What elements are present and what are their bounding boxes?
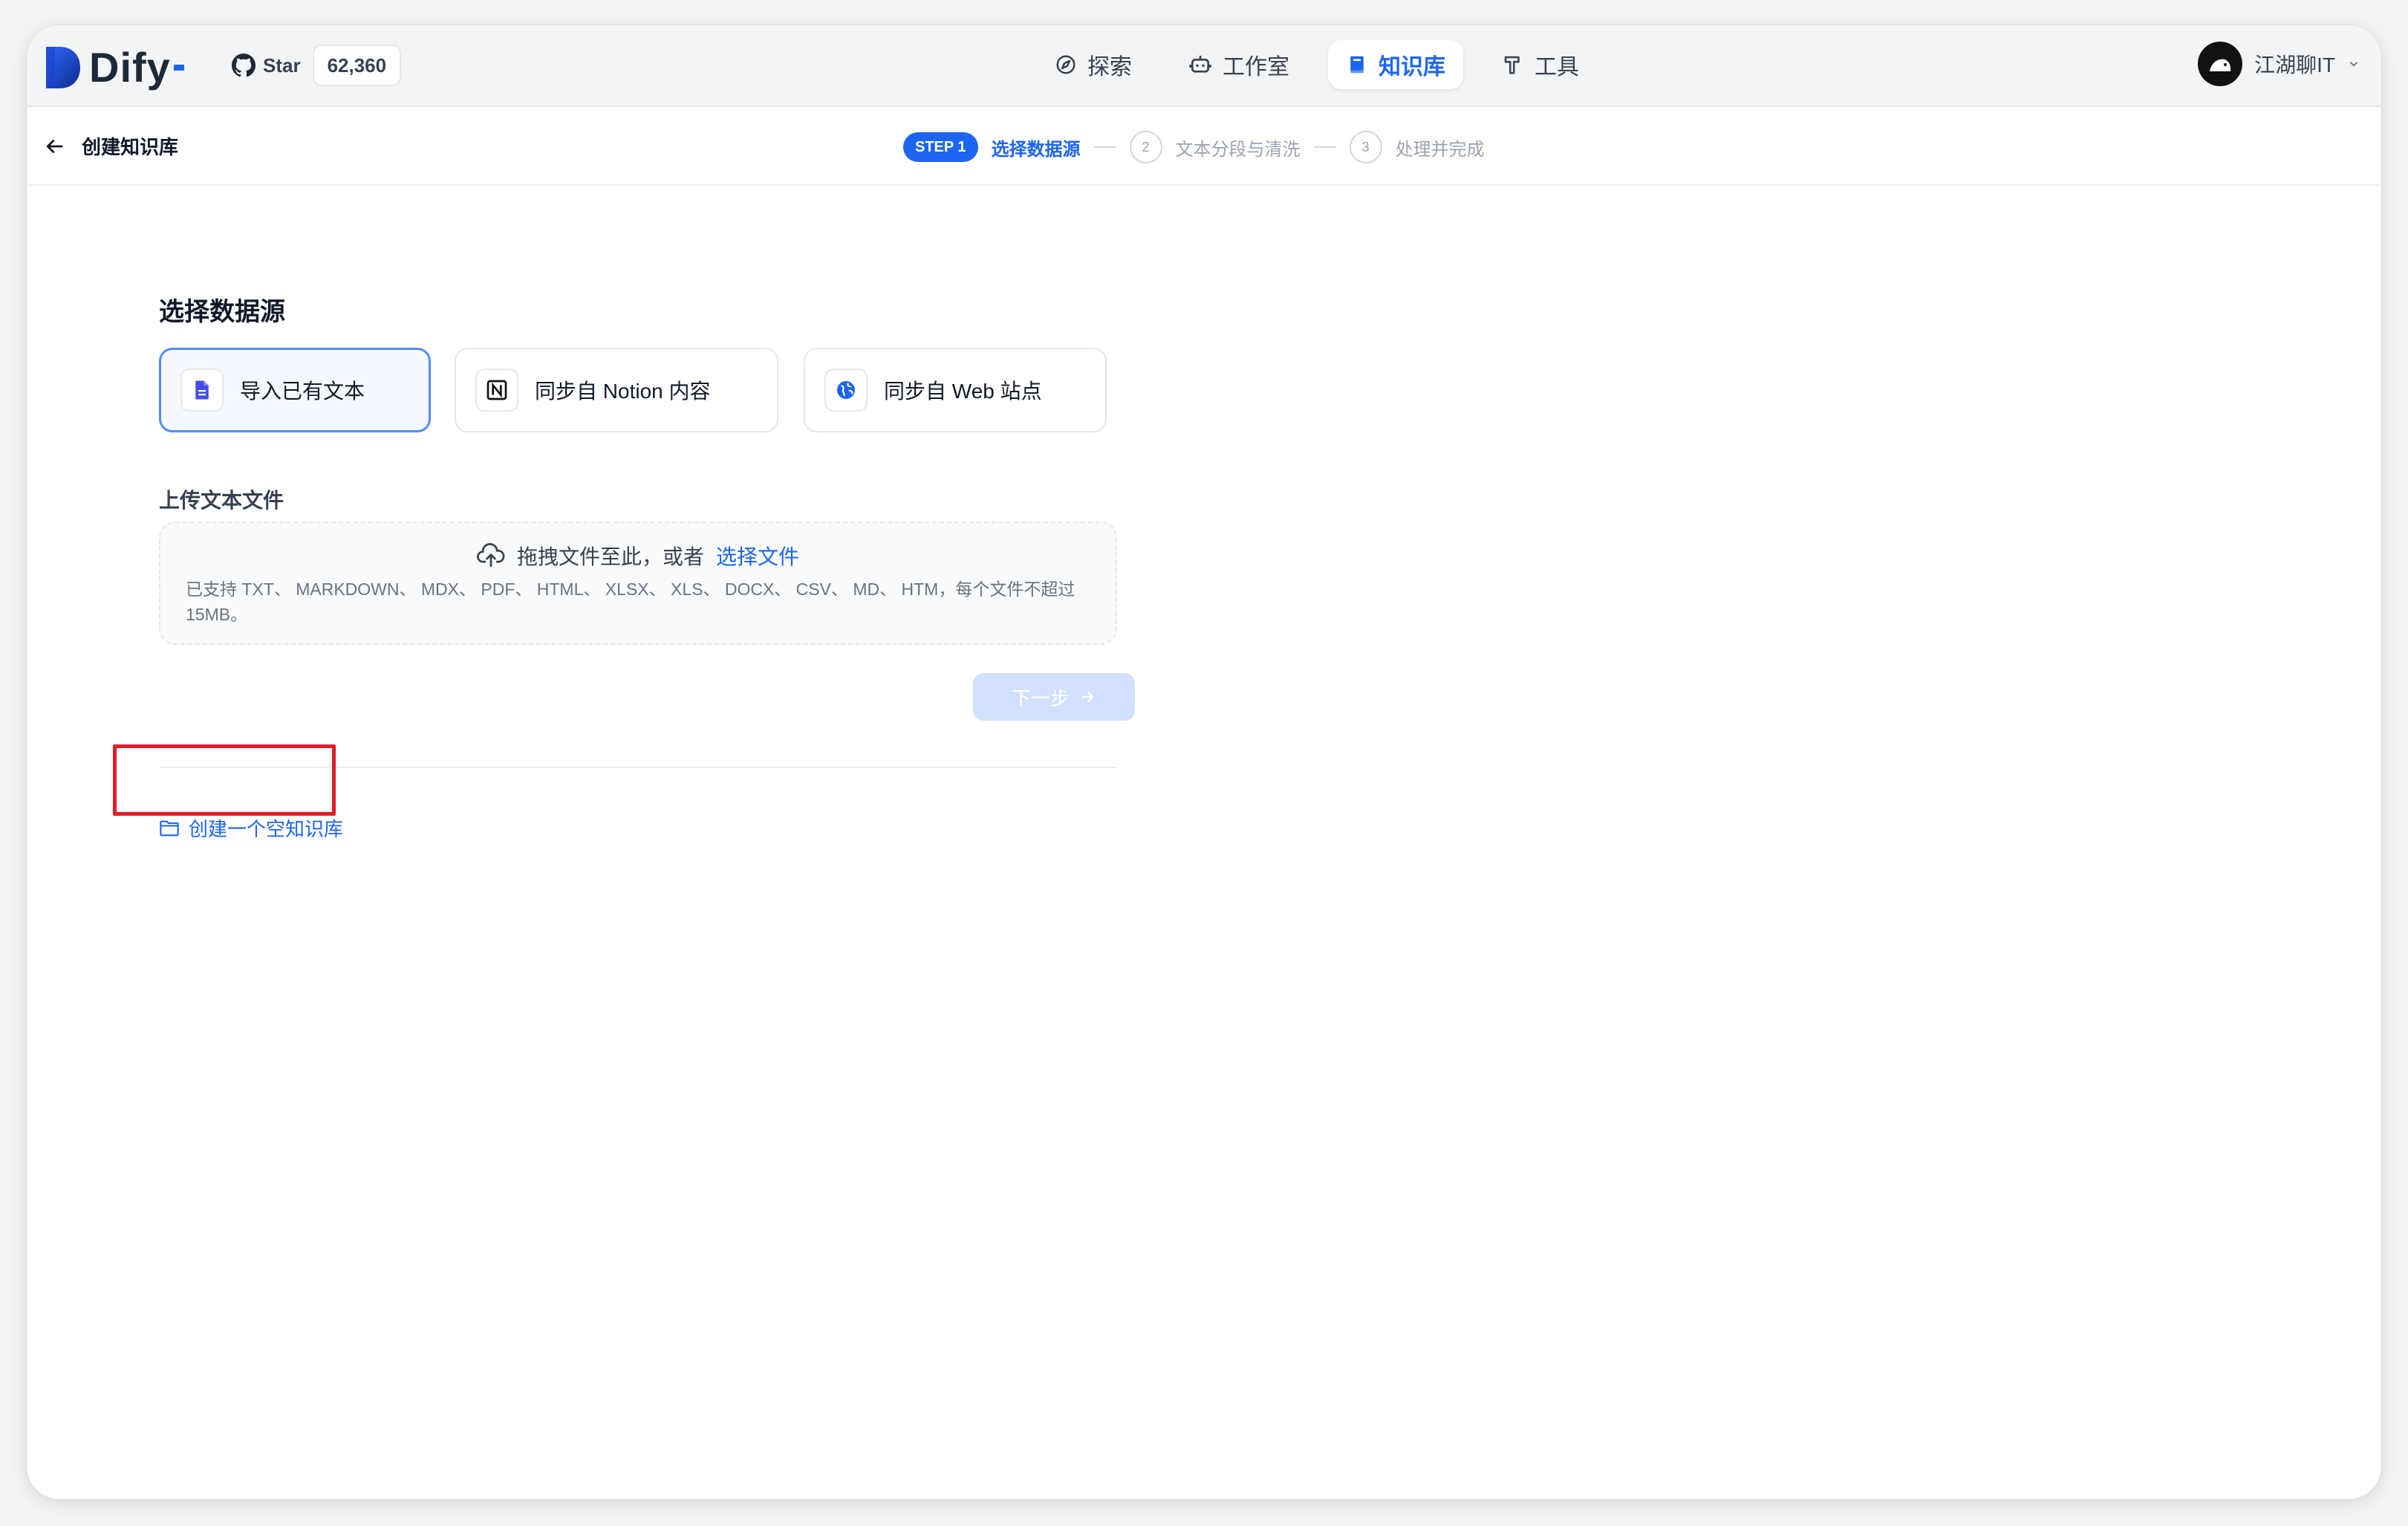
hammer-icon <box>1504 56 1520 74</box>
nav-tools[interactable]: 工具 <box>1484 40 1597 89</box>
upload-section-label: 上传文本文件 <box>159 489 284 512</box>
source-web[interactable]: 同步自 Web 站点 <box>804 348 1107 432</box>
avatar <box>2198 42 2243 86</box>
step-2-label: 文本分段与清洗 <box>1175 139 1301 160</box>
nav-explore-label: 探索 <box>1087 55 1132 79</box>
github-star-count[interactable]: 62,360 <box>312 45 402 86</box>
brand-name: Dify <box>89 44 171 91</box>
avatar-image-icon <box>2210 59 2231 71</box>
create-empty-dataset-link[interactable]: 创建一个空知识库 <box>159 814 343 842</box>
nav-studio-label: 工作室 <box>1223 55 1289 79</box>
supported-formats-hint: 已支持 TXT、 MARKDOWN、 MDX、 PDF、 HTML、 XLSX、… <box>186 579 1076 624</box>
source-import-text[interactable]: 导入已有文本 <box>159 348 431 432</box>
page-title: 创建知识库 <box>82 136 179 158</box>
user-name: 江湖聊IT <box>2254 53 2335 77</box>
step-separator <box>1313 146 1336 148</box>
notion-icon <box>475 368 518 412</box>
dify-logo-mark-icon <box>46 46 80 88</box>
file-dropzone[interactable]: 拖拽文件至此，或者 选择文件 已支持 TXT、 MARKDOWN、 MDX、 P… <box>159 522 1117 645</box>
user-menu[interactable]: 江湖聊IT <box>2198 42 2360 86</box>
github-star-label: Star <box>263 53 301 77</box>
brand-dot <box>173 64 184 71</box>
dify-logo[interactable]: Dify <box>45 43 184 91</box>
file-icon <box>180 368 224 412</box>
next-step-label: 下一步 <box>1011 686 1070 710</box>
step-1-tag: STEP 1 <box>903 132 978 162</box>
dropzone-prompt: 拖拽文件至此，或者 选择文件 <box>160 541 1116 571</box>
dropzone-text: 拖拽文件至此，或者 <box>516 545 704 568</box>
step-2-number: 2 <box>1129 131 1162 163</box>
source-notion-label: 同步自 Notion 内容 <box>535 380 711 403</box>
upload-cloud-icon <box>477 543 505 567</box>
step-1-label: 选择数据源 <box>991 139 1081 160</box>
chevron-down-icon <box>2349 62 2358 67</box>
github-star-widget[interactable]: Star 62,360 <box>221 43 402 88</box>
source-web-label: 同步自 Web 站点 <box>884 380 1042 403</box>
back-button[interactable]: 创建知识库 <box>43 132 178 160</box>
arrow-right-icon <box>1081 691 1094 703</box>
highlight-annotation-box <box>113 744 336 816</box>
app-window: Dify Star 62,360 探索 工作室 知识库 工具 江湖聊IT 创建知… <box>27 25 2381 1499</box>
step-3-number: 3 <box>1349 131 1382 163</box>
create-empty-dataset-label: 创建一个空知识库 <box>189 818 344 840</box>
arrow-left-icon <box>46 139 63 153</box>
nav-studio[interactable]: 工作室 <box>1171 40 1307 89</box>
source-notion[interactable]: 同步自 Notion 内容 <box>455 348 778 432</box>
data-source-options: 导入已有文本 同步自 Notion 内容 同步自 Web 站点 <box>159 348 1117 434</box>
nav-knowledge-label: 知识库 <box>1379 55 1445 79</box>
choose-file-link[interactable]: 选择文件 <box>716 541 799 571</box>
create-dataset-header: 创建知识库 STEP 1 选择数据源 2 文本分段与清洗 3 处理并完成 <box>27 108 2381 186</box>
source-import-text-label: 导入已有文本 <box>240 380 365 403</box>
nav-knowledge[interactable]: 知识库 <box>1328 40 1463 89</box>
top-navbar: Dify Star 62,360 探索 工作室 知识库 工具 江湖聊IT <box>27 25 2381 107</box>
section-title: 选择数据源 <box>159 298 285 326</box>
compass-icon <box>1056 55 1076 74</box>
github-icon <box>232 53 256 77</box>
next-step-button[interactable]: 下一步 <box>973 673 1135 721</box>
step-separator <box>1093 146 1116 148</box>
main-nav: 探索 工作室 知识库 工具 <box>1037 40 1597 89</box>
folder-icon <box>160 820 179 836</box>
robot-icon <box>1189 56 1211 73</box>
nav-tools-label: 工具 <box>1535 55 1579 79</box>
github-star-button[interactable]: Star <box>221 44 313 87</box>
step-3-label: 处理并完成 <box>1395 139 1485 160</box>
globe-icon <box>824 368 868 412</box>
step-indicator: STEP 1 选择数据源 2 文本分段与清洗 3 处理并完成 <box>903 131 1485 163</box>
book-icon <box>1350 56 1364 74</box>
nav-explore[interactable]: 探索 <box>1037 40 1150 89</box>
